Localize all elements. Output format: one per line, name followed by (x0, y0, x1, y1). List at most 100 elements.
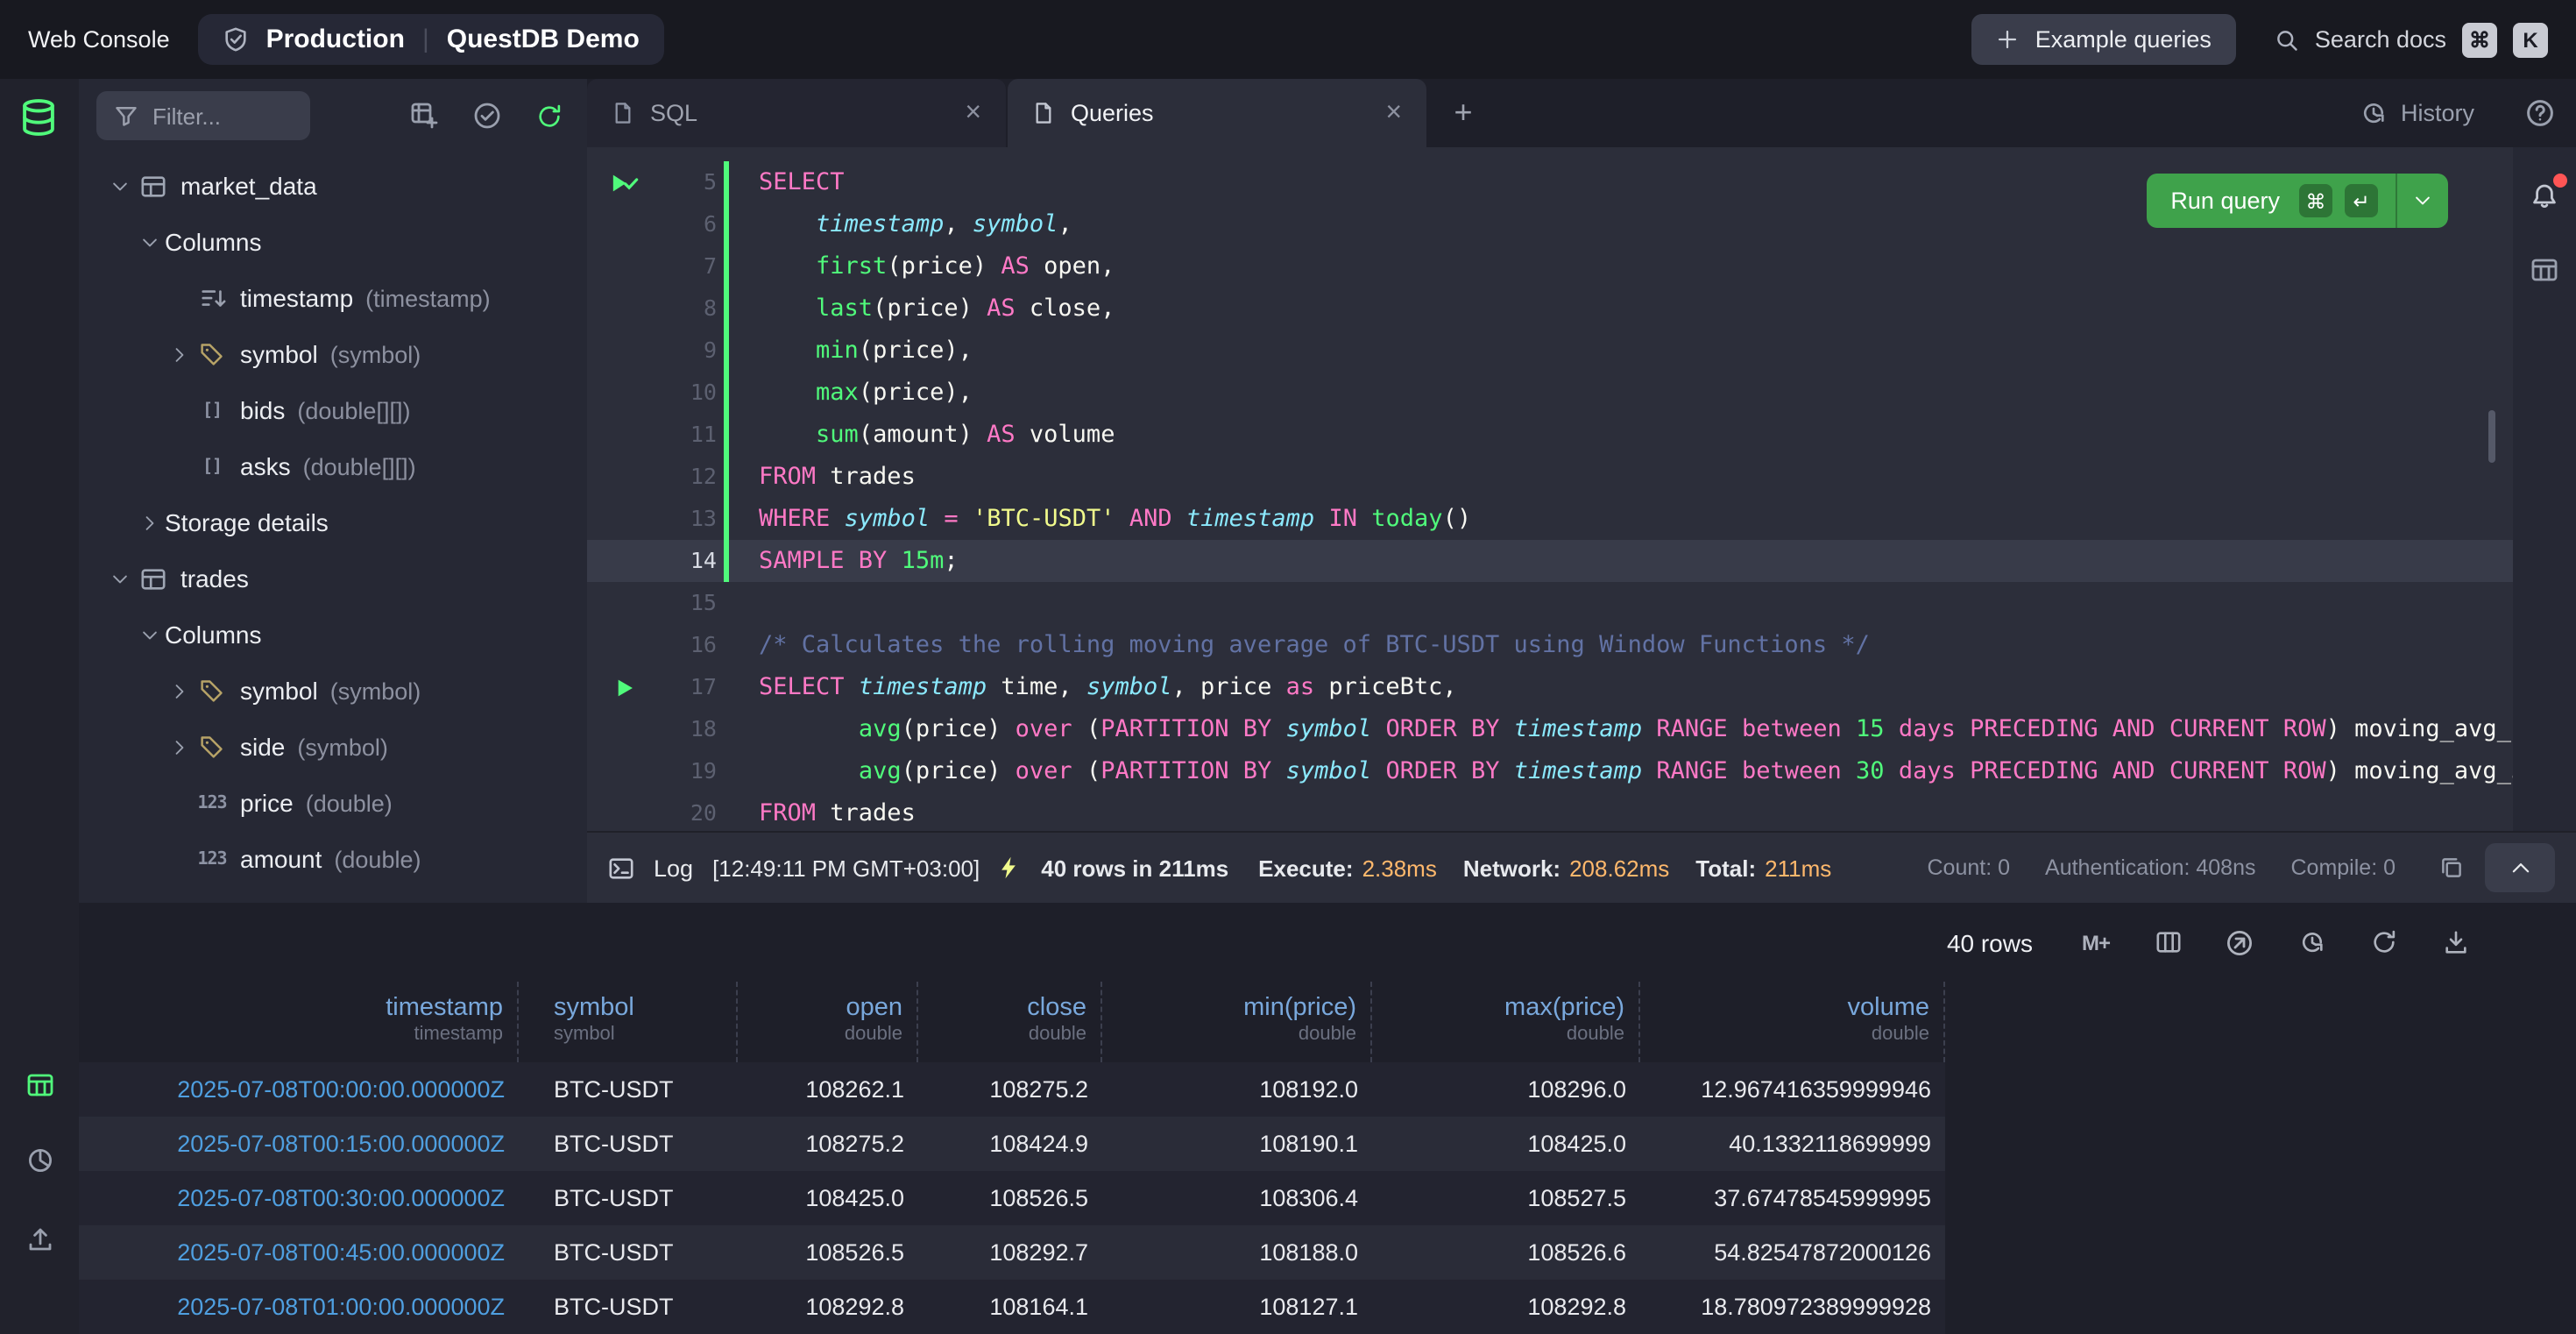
cell[interactable]: 2025-07-08T01:00:00.000000Z (79, 1280, 519, 1334)
tree-item-symbol[interactable]: symbol(symbol) (79, 326, 587, 382)
table-row[interactable]: 2025-07-08T00:30:00.000000ZBTC-USDT10842… (79, 1171, 1945, 1225)
tree-item-asks[interactable]: []asks(double[][]) (79, 438, 587, 494)
table-row[interactable]: 2025-07-08T00:15:00.000000ZBTC-USDT10827… (79, 1117, 1945, 1171)
cell[interactable]: 108424.9 (918, 1117, 1102, 1171)
code-line-20[interactable]: 20FROM trades (587, 792, 2576, 831)
cell[interactable]: 2025-07-08T00:00:00.000000Z (79, 1062, 519, 1117)
environment-badge[interactable]: Production | QuestDB Demo (198, 14, 664, 65)
refresh-results-icon[interactable] (2367, 926, 2399, 958)
tree-item-bids[interactable]: []bids(double[][]) (79, 382, 587, 438)
cell[interactable]: 108275.2 (918, 1062, 1102, 1117)
run-line-play-icon[interactable] (587, 161, 661, 203)
result-grid-icon[interactable] (2527, 252, 2562, 287)
run-query-button[interactable]: Run query ⌘ ↵ (2146, 174, 2448, 228)
column-header-volume[interactable]: volumedouble (1640, 982, 1945, 1062)
cell[interactable]: 108164.1 (918, 1280, 1102, 1334)
close-icon[interactable]: × (958, 96, 988, 131)
cell[interactable]: 108127.1 (1102, 1280, 1372, 1334)
example-queries-button[interactable]: Example queries (1972, 14, 2236, 65)
cell[interactable]: 108425.0 (1372, 1117, 1640, 1171)
tables-panel-icon[interactable] (19, 1064, 61, 1106)
code-line-11[interactable]: 11 sum(amount) AS volume (587, 414, 2576, 456)
tree-item-timestamp[interactable]: timestamp(timestamp) (79, 270, 587, 326)
code-line-8[interactable]: 8 last(price) AS close, (587, 287, 2576, 330)
chevron-down-icon[interactable] (103, 176, 135, 195)
chevron-down-icon[interactable] (133, 625, 165, 644)
cell[interactable]: 108526.5 (738, 1225, 918, 1280)
copy-icon[interactable] (2439, 855, 2464, 880)
cell[interactable]: 40.1332118699999 (1640, 1117, 1945, 1171)
collapse-log-button[interactable] (2485, 843, 2555, 892)
column-header-max(price)[interactable]: max(price)double (1372, 982, 1640, 1062)
tree-item-Storage details[interactable]: Storage details (79, 494, 587, 550)
cell[interactable]: BTC-USDT (519, 1117, 738, 1171)
code-line-16[interactable]: 16/* Calculates the rolling moving avera… (587, 624, 2576, 666)
cell[interactable]: 2025-07-08T00:45:00.000000Z (79, 1225, 519, 1280)
cell[interactable]: 108192.0 (1102, 1062, 1372, 1117)
cell[interactable]: 2025-07-08T00:15:00.000000Z (79, 1117, 519, 1171)
cell[interactable]: 108292.7 (918, 1225, 1102, 1280)
download-icon[interactable] (2439, 926, 2471, 958)
cell[interactable]: 108188.0 (1102, 1225, 1372, 1280)
close-icon[interactable]: × (1378, 96, 1409, 131)
tree-item-Columns[interactable]: Columns (79, 214, 587, 270)
cell[interactable]: 108527.5 (1372, 1171, 1640, 1225)
filter-box[interactable] (96, 91, 310, 140)
query-history-icon[interactable] (2296, 926, 2327, 958)
chevron-right-icon[interactable] (163, 681, 195, 700)
tree-item-market_data[interactable]: market_data (79, 158, 587, 214)
column-header-close[interactable]: closedouble (918, 982, 1102, 1062)
columns-layout-icon[interactable] (2152, 926, 2183, 958)
tree-item-trades[interactable]: trades (79, 550, 587, 607)
markdown-export-icon[interactable]: M+ (2080, 926, 2112, 958)
metrics-icon[interactable] (19, 1139, 61, 1181)
column-header-min(price)[interactable]: min(price)double (1102, 982, 1372, 1062)
cell[interactable]: 54.82547872000126 (1640, 1225, 1945, 1280)
chevron-down-icon[interactable] (103, 569, 135, 588)
cell[interactable]: 108292.8 (1372, 1280, 1640, 1334)
tree-item-Columns[interactable]: Columns (79, 607, 587, 663)
code-line-12[interactable]: 12FROM trades (587, 456, 2576, 498)
column-header-open[interactable]: opendouble (738, 982, 918, 1062)
cell[interactable]: BTC-USDT (519, 1225, 738, 1280)
table-row[interactable]: 2025-07-08T00:00:00.000000ZBTC-USDT10826… (79, 1062, 1945, 1117)
refresh-schema-icon[interactable] (536, 103, 563, 129)
cell[interactable]: 108292.8 (738, 1280, 918, 1334)
cell[interactable]: 108190.1 (1102, 1117, 1372, 1171)
chevron-down-icon[interactable] (2397, 191, 2448, 210)
column-header-timestamp[interactable]: timestamptimestamp (79, 982, 519, 1062)
tree-item-price[interactable]: 123price(double) (79, 775, 587, 831)
cell[interactable]: 108306.4 (1102, 1171, 1372, 1225)
cell[interactable]: 108526.5 (918, 1171, 1102, 1225)
tab-sql[interactable]: SQL× (587, 79, 1006, 147)
code-line-13[interactable]: 13WHERE symbol = 'BTC-USDT' AND timestam… (587, 498, 2576, 540)
chevron-right-icon[interactable] (163, 344, 195, 364)
questdb-logo-icon[interactable] (18, 96, 60, 138)
cell[interactable]: BTC-USDT (519, 1171, 738, 1225)
tree-item-symbol[interactable]: symbol(symbol) (79, 663, 587, 719)
editor-scrollbar[interactable] (2488, 410, 2495, 463)
cell[interactable]: 12.967416359999946 (1640, 1062, 1945, 1117)
check-circle-icon[interactable] (473, 102, 501, 130)
code-line-9[interactable]: 9 min(price), (587, 330, 2576, 372)
code-line-14[interactable]: 14SAMPLE BY 15m; (587, 540, 2576, 582)
history-button[interactable]: History (2360, 100, 2474, 126)
cell[interactable]: 108275.2 (738, 1117, 918, 1171)
help-icon[interactable] (2525, 98, 2555, 128)
code-line-19[interactable]: 19 avg(price) over (PARTITION BY symbol … (587, 750, 2576, 792)
filter-input[interactable] (152, 103, 275, 129)
import-icon[interactable] (19, 1218, 61, 1260)
column-header-symbol[interactable]: symbolsymbol (519, 982, 738, 1062)
export-icon[interactable] (2224, 926, 2255, 958)
cell[interactable]: 37.67478545999995 (1640, 1171, 1945, 1225)
chevron-right-icon[interactable] (133, 513, 165, 532)
notifications-bell-icon[interactable] (2527, 179, 2562, 214)
code-line-15[interactable]: 15 (587, 582, 2576, 624)
table-row[interactable]: 2025-07-08T01:00:00.000000ZBTC-USDT10829… (79, 1280, 1945, 1334)
cell[interactable]: 108526.6 (1372, 1225, 1640, 1280)
chevron-down-icon[interactable] (133, 232, 165, 252)
cell[interactable]: 108262.1 (738, 1062, 918, 1117)
sql-editor[interactable]: 5SELECT6 timestamp, symbol,7 first(price… (587, 147, 2576, 831)
tab-queries[interactable]: Queries× (1008, 79, 1426, 147)
tree-item-amount[interactable]: 123amount(double) (79, 831, 587, 887)
